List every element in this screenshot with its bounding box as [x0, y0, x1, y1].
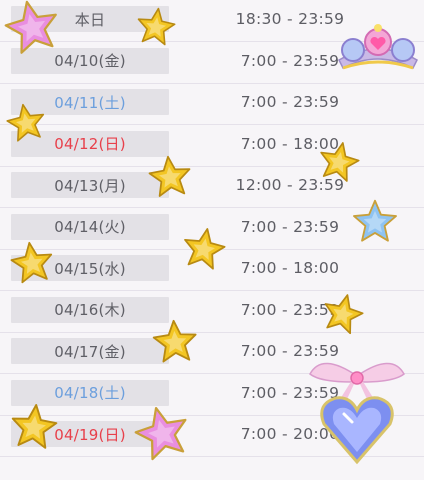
- schedule-date: 本日: [11, 6, 169, 32]
- schedule-date: 04/15(水): [11, 255, 169, 281]
- schedule-hours: 7:00 - 23:59: [240, 51, 340, 70]
- schedule-row: 本日 18:30 - 23:59: [0, 0, 424, 42]
- schedule-date: 04/11(土): [11, 89, 169, 115]
- schedule-date: 04/12(日): [11, 130, 169, 157]
- schedule-hours: 7:00 - 23:59: [240, 300, 340, 319]
- schedule-row: 04/11(土) 7:00 - 23:59: [0, 83, 424, 125]
- schedule-row: 04/14(火) 7:00 - 23:59: [0, 208, 424, 250]
- schedule-row: 04/18(土) 7:00 - 23:59: [0, 374, 424, 416]
- schedule-hours: 7:00 - 23:59: [240, 342, 340, 360]
- schedule-row: 04/17(金) 7:00 - 23:59: [0, 332, 424, 374]
- schedule-date: 04/16(木): [11, 296, 169, 323]
- schedule-row: 04/16(木) 7:00 - 23:59: [0, 291, 424, 333]
- schedule-date: 04/17(金): [11, 338, 169, 364]
- schedule-page: 本日 18:30 - 23:59 04/10(金) 7:00 - 23:59 04/11…: [0, 0, 424, 480]
- schedule-hours: 7:00 - 23:59: [240, 93, 340, 111]
- schedule-row: 04/10(金) 7:00 - 23:59: [0, 42, 424, 84]
- schedule-date: 04/19(日): [11, 421, 169, 447]
- schedule-hours: 7:00 - 18:00: [240, 134, 340, 153]
- schedule-hours: 7:00 - 20:00: [240, 425, 340, 443]
- schedule-row: 04/19(日) 7:00 - 20:00: [0, 415, 424, 457]
- schedule-row: 04/12(日) 7:00 - 18:00: [0, 125, 424, 167]
- schedule-hours: 7:00 - 23:59: [240, 217, 340, 236]
- schedule-hours: 18:30 - 23:59: [235, 10, 345, 28]
- schedule-row: 04/15(水) 7:00 - 18:00: [0, 249, 424, 291]
- schedule-hours: 7:00 - 23:59: [240, 383, 340, 402]
- schedule-date: 04/10(金): [11, 47, 169, 74]
- schedule-row: 04/13(月) 12:00 - 23:59: [0, 166, 424, 208]
- schedule-date: 04/18(土): [11, 379, 169, 406]
- schedule-hours: 7:00 - 18:00: [240, 259, 340, 277]
- schedule-date: 04/14(火): [11, 213, 169, 240]
- schedule-date: 04/13(月): [11, 172, 169, 198]
- schedule-hours: 12:00 - 23:59: [235, 176, 345, 194]
